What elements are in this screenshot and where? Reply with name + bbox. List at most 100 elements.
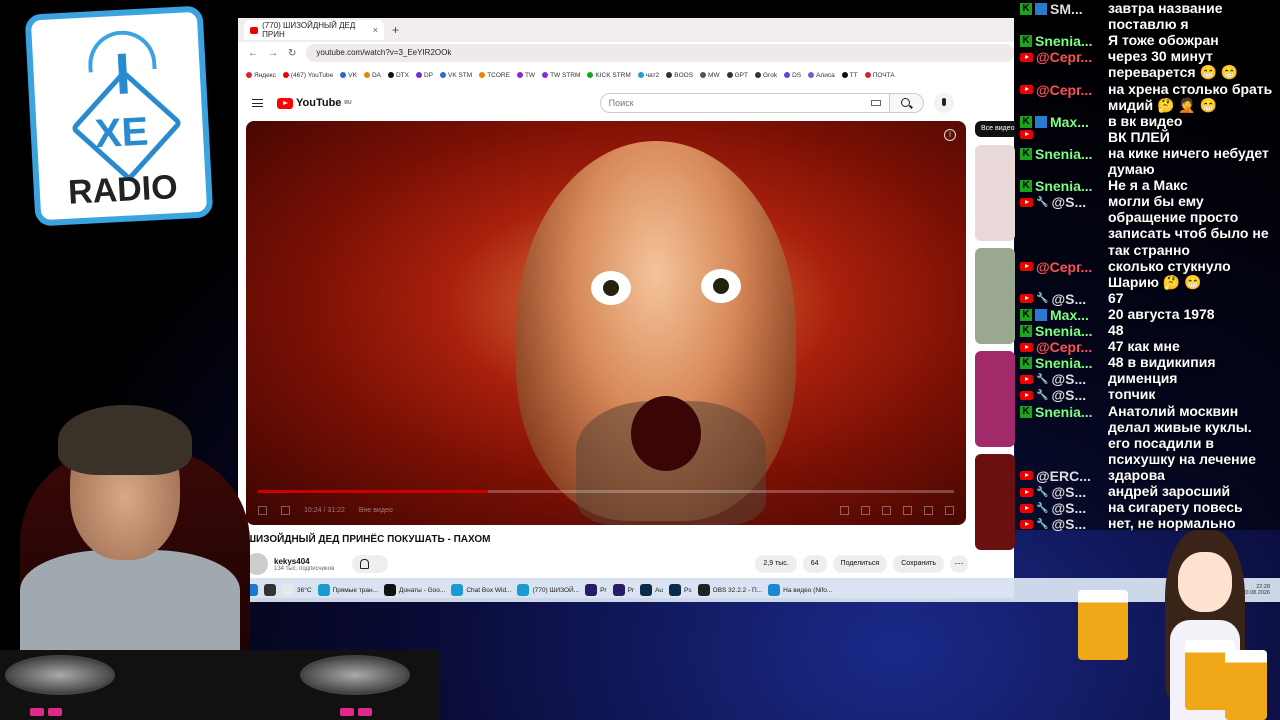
taskbar-app[interactable]: Ps bbox=[669, 584, 692, 596]
reload-icon[interactable]: ↻ bbox=[288, 48, 296, 59]
bookmark-item[interactable]: Алиса bbox=[808, 72, 835, 79]
xe-radio-logo: XE RADIO bbox=[24, 5, 214, 227]
hamburger-menu-icon[interactable] bbox=[252, 99, 263, 107]
volume-icon[interactable] bbox=[281, 505, 290, 515]
bookmark-favicon-icon bbox=[784, 72, 791, 78]
bookmark-label: чат2 bbox=[645, 71, 660, 79]
bookmark-item[interactable]: GPT bbox=[726, 72, 748, 79]
bookmark-item[interactable]: MW bbox=[700, 72, 720, 79]
chat-nickname: @S... bbox=[1051, 387, 1087, 404]
bookmark-favicon-icon bbox=[587, 72, 594, 78]
save-button[interactable]: Сохранить bbox=[893, 555, 944, 573]
recommended-thumbnail[interactable] bbox=[975, 248, 1015, 344]
taskbar-app-label: На видео (Nifo... bbox=[783, 586, 833, 594]
time-display: 10:24 / 31:22 bbox=[304, 506, 345, 514]
bookmark-item[interactable]: DA bbox=[363, 72, 381, 79]
bookmark-item[interactable]: TCORE bbox=[479, 72, 510, 79]
bookmarks-bar: Яндекс (467) YouTube VK DA DTX DP VK STM TCORE T… bbox=[238, 64, 1014, 86]
chat-message: на хрена столько брать bbox=[1108, 80, 1273, 97]
chat-author: 🔧 @S... bbox=[1020, 194, 1086, 210]
bookmark-item[interactable]: KICK STRM bbox=[587, 72, 631, 79]
back-icon[interactable]: ← bbox=[248, 48, 258, 59]
bookmark-item[interactable]: BOOS bbox=[666, 72, 693, 79]
taskbar-app[interactable]: Chat Box Wid... bbox=[451, 584, 511, 596]
fullscreen-icon[interactable] bbox=[945, 505, 954, 515]
bookmark-item[interactable]: DS bbox=[784, 72, 801, 79]
bookmark-item[interactable]: TW bbox=[516, 72, 535, 79]
bookmark-item[interactable]: TW STRM bbox=[542, 72, 580, 79]
chat-message: его посадили в bbox=[1108, 434, 1214, 451]
youtube-icon bbox=[1020, 342, 1033, 352]
forward-icon[interactable]: → bbox=[268, 48, 278, 59]
bookmark-item[interactable]: чат2 bbox=[637, 71, 660, 79]
chat-nickname: @S... bbox=[1051, 290, 1087, 307]
taskbar-app[interactable]: OBS 32.2.2 - П... bbox=[697, 584, 762, 596]
bookmark-item[interactable]: VK STM bbox=[440, 72, 472, 79]
search-button[interactable] bbox=[889, 93, 924, 113]
taskbar-app[interactable]: Прямые тран... bbox=[317, 584, 378, 596]
bookmark-item[interactable]: (467) YouTube bbox=[282, 72, 333, 79]
bookmark-item[interactable]: Яндекс bbox=[246, 72, 276, 79]
taskbar-app[interactable]: Донаты - Goo... bbox=[384, 584, 445, 596]
taskbar-app[interactable]: На видео (Nifo... bbox=[768, 584, 832, 596]
taskbar-app-icon bbox=[768, 584, 781, 596]
kick-icon: K bbox=[1020, 325, 1032, 337]
moderator-wrench-icon: 🔧 bbox=[1036, 502, 1049, 514]
bookmark-item[interactable]: DP bbox=[415, 72, 433, 79]
subscriber-count: 134 тыс. подписчиков bbox=[274, 565, 335, 572]
theater-icon[interactable] bbox=[903, 505, 912, 515]
keyboard-icon[interactable] bbox=[870, 100, 881, 106]
chip-all-videos[interactable]: Все видео bbox=[975, 121, 1021, 137]
chat-author: @Серг... bbox=[1020, 82, 1092, 98]
taskbar-app[interactable]: 36°C bbox=[282, 584, 312, 596]
subscriber-badge-icon bbox=[1035, 115, 1047, 128]
info-icon[interactable]: i bbox=[944, 129, 956, 141]
youtube-logo[interactable]: YouTube RU bbox=[277, 97, 352, 109]
progress-fill bbox=[258, 490, 488, 493]
bookmark-item[interactable]: VK bbox=[340, 72, 357, 79]
share-button[interactable]: Поделиться bbox=[832, 555, 888, 573]
tab-close-icon[interactable]: × bbox=[373, 25, 378, 35]
task-view-icon[interactable] bbox=[264, 584, 276, 596]
autoplay-toggle-icon[interactable] bbox=[840, 505, 849, 515]
taskbar-app-label: 36°C bbox=[297, 586, 312, 594]
notification-bell-button[interactable] bbox=[352, 555, 389, 573]
new-tab-button[interactable]: + bbox=[392, 23, 399, 37]
chat-nickname: @ERC... bbox=[1036, 467, 1091, 484]
like-button[interactable]: 2,9 тыс. bbox=[755, 555, 797, 573]
url-bar[interactable]: youtube.com/watch?v=3_EeYIR2OOk bbox=[306, 44, 1014, 62]
search-input[interactable]: Поиск bbox=[599, 93, 890, 113]
bookmark-favicon-icon bbox=[440, 72, 446, 78]
recommended-thumbnail[interactable] bbox=[975, 351, 1015, 447]
more-actions-button[interactable]: ⋯ bbox=[950, 555, 968, 573]
taskbar-app[interactable]: Pr bbox=[585, 584, 607, 596]
chat-message: Шарию 🤔 😁 bbox=[1108, 273, 1202, 290]
chat-nickname: @Серг... bbox=[1036, 339, 1093, 356]
bookmark-item[interactable]: TT bbox=[841, 72, 858, 79]
voice-search-icon[interactable] bbox=[933, 93, 954, 113]
bookmark-item[interactable]: ПОЧТА bbox=[864, 72, 895, 79]
recommended-thumbnail[interactable] bbox=[975, 454, 1015, 550]
progress-bar[interactable] bbox=[258, 490, 954, 493]
recommended-thumbnail[interactable] bbox=[975, 145, 1015, 241]
settings-icon[interactable] bbox=[861, 505, 870, 515]
chapter-label[interactable]: Вне видео bbox=[359, 507, 393, 514]
taskbar-app[interactable]: (770) ШИЗОЙ... bbox=[517, 584, 579, 596]
chat-author: @Серг... bbox=[1020, 49, 1092, 65]
dislike-button[interactable]: 64 bbox=[802, 555, 827, 573]
taskbar-app-label: (770) ШИЗОЙ... bbox=[532, 586, 580, 594]
chat-author: 🔧 @S... bbox=[1020, 500, 1086, 516]
channel-name[interactable]: kekys404 bbox=[274, 557, 334, 566]
youtube-header: YouTube RU Поиск bbox=[238, 86, 1014, 120]
youtube-logo-text: YouTube bbox=[296, 97, 342, 109]
chat-author: @Серг... bbox=[1020, 259, 1092, 275]
miniplayer-icon[interactable] bbox=[882, 505, 891, 515]
bookmark-item[interactable]: Grok bbox=[754, 72, 777, 79]
bookmark-item[interactable]: DTX bbox=[387, 72, 409, 79]
taskbar-app[interactable]: Au bbox=[640, 584, 663, 596]
youtube-icon bbox=[1020, 129, 1033, 139]
video-player[interactable]: i 10:24 / 31:22 Вне видео bbox=[246, 121, 966, 525]
cast-icon[interactable] bbox=[924, 505, 933, 515]
tab-youtube-video[interactable]: (770) ШИЗОЙДНЫЙ ДЕД ПРИН × bbox=[244, 20, 384, 40]
taskbar-app[interactable]: Pr bbox=[612, 584, 634, 596]
